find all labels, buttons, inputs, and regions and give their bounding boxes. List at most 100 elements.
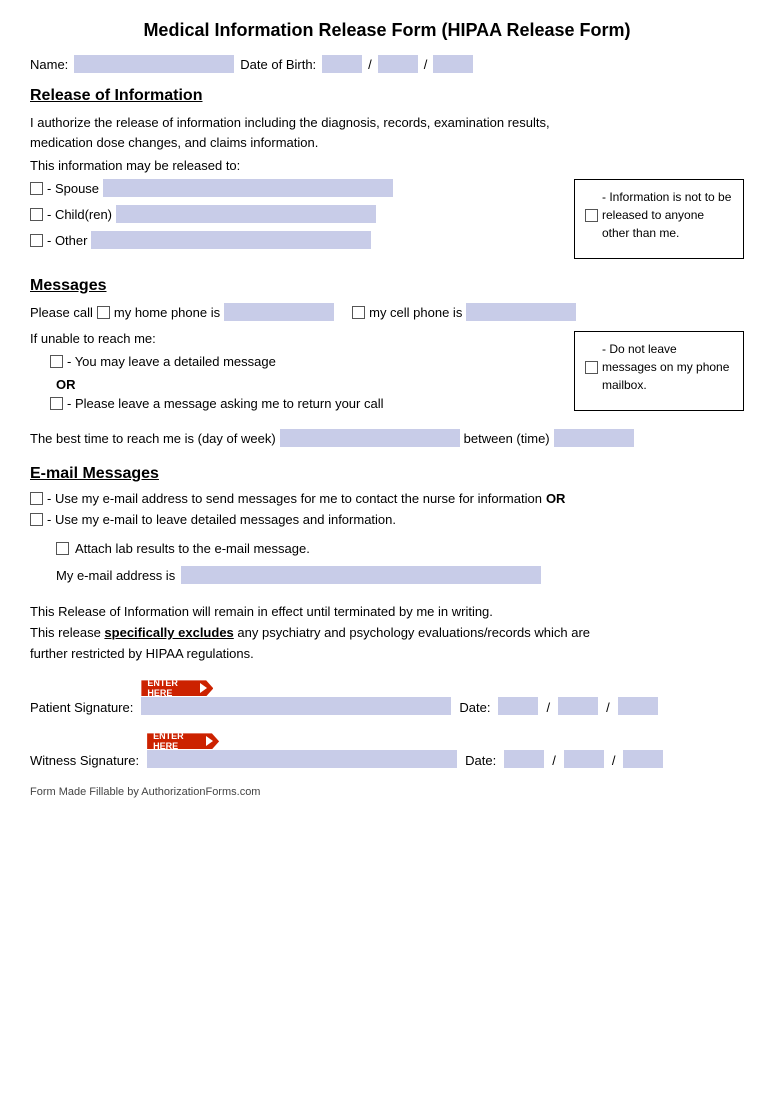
or-text: OR [56, 377, 564, 392]
home-phone-input[interactable] [224, 303, 334, 321]
other-label: - Other [47, 233, 87, 248]
do-not-leave-text: - Do not leave messages on my phone mail… [602, 340, 733, 394]
slash6: / [612, 753, 616, 768]
footer-line2: This release specifically excludes any p… [30, 623, 744, 644]
patient-sig-label: Patient Signature: [30, 700, 133, 715]
footer-line1: This Release of Information will remain … [30, 602, 744, 623]
footer-line3: further restricted by HIPAA regulations. [30, 644, 744, 665]
other-input[interactable] [91, 231, 371, 249]
dob-year-input[interactable] [433, 55, 473, 73]
witness-date-day[interactable] [564, 750, 604, 768]
may-leave-checkbox[interactable] [50, 355, 63, 368]
home-phone-label: my home phone is [114, 305, 220, 320]
patient-date-day[interactable] [558, 697, 598, 715]
slash4: / [606, 700, 610, 715]
may-leave-label: - You may leave a detailed message [67, 354, 276, 369]
email-section: E-mail Messages - Use my e-mail address … [30, 465, 744, 584]
name-label: Name: [30, 57, 68, 72]
attach-checkbox[interactable] [56, 542, 69, 555]
release-heading: Release of Information [30, 87, 744, 105]
email-addr-input[interactable] [181, 566, 541, 584]
witness-sig-input[interactable] [147, 750, 457, 768]
slash5: / [552, 753, 556, 768]
spouse-label: - Spouse [47, 181, 99, 196]
witness-date-month[interactable] [504, 750, 544, 768]
authorize-text: I authorize the release of information i… [30, 113, 744, 152]
may-be-released-text: This information may be released to: [30, 158, 744, 173]
please-leave-label: - Please leave a message asking me to re… [67, 396, 384, 411]
cell-phone-input[interactable] [466, 303, 576, 321]
do-not-leave-row: - Do not leave messages on my phone mail… [585, 340, 733, 394]
best-time-label: The best time to reach me is (day of wee… [30, 431, 276, 446]
email-heading: E-mail Messages [30, 465, 744, 483]
email-option1-row: - Use my e-mail address to send messages… [30, 491, 744, 506]
dob-day-input[interactable] [378, 55, 418, 73]
witness-sig-row: Witness Signature: ENTER HERE Date: / / [30, 733, 744, 768]
page-title: Medical Information Release Form (HIPAA … [30, 20, 744, 41]
slash3: / [546, 700, 550, 715]
between-label: between (time) [464, 431, 550, 446]
witness-date-label: Date: [465, 753, 496, 768]
patient-sig-input[interactable] [141, 697, 451, 715]
call-label: Please call [30, 305, 93, 320]
email-option1-checkbox[interactable] [30, 492, 43, 505]
please-leave-checkbox[interactable] [50, 397, 63, 410]
attach-label: Attach lab results to the e-mail message… [75, 541, 310, 556]
witness-sig-label: Witness Signature: [30, 753, 139, 768]
other-row: - Other [30, 231, 564, 249]
slash1: / [368, 57, 372, 72]
release-section: Release of Information I authorize the r… [30, 87, 744, 259]
unable-left: If unable to reach me: - You may leave a… [30, 331, 564, 419]
email-option2-label: - Use my e-mail to leave detailed messag… [47, 512, 396, 527]
patient-sig-row: Patient Signature: ENTER HERE Date: / / [30, 680, 744, 715]
children-label: - Child(ren) [47, 207, 112, 222]
home-phone-checkbox[interactable] [97, 306, 110, 319]
email-option1-label: - Use my e-mail address to send messages… [47, 491, 542, 506]
other-checkbox[interactable] [30, 234, 43, 247]
children-checkbox[interactable] [30, 208, 43, 221]
patient-date-label: Date: [459, 700, 490, 715]
best-time-input[interactable] [280, 429, 460, 447]
release-left: - Spouse - Child(ren) - Other [30, 179, 564, 257]
email-option2-row: - Use my e-mail to leave detailed messag… [30, 512, 744, 527]
phone-row: Please call my home phone is my cell pho… [30, 303, 744, 321]
made-by: Form Made Fillable by AuthorizationForms… [30, 786, 744, 798]
name-input[interactable] [74, 55, 234, 73]
slash2: / [424, 57, 428, 72]
footer-text: This Release of Information will remain … [30, 602, 744, 664]
cell-phone-checkbox[interactable] [352, 306, 365, 319]
attach-row: Attach lab results to the e-mail message… [56, 541, 744, 556]
messages-heading: Messages [30, 277, 744, 295]
dob-month-input[interactable] [322, 55, 362, 73]
children-input[interactable] [116, 205, 376, 223]
witness-date-year[interactable] [623, 750, 663, 768]
dob-label: Date of Birth: [240, 57, 316, 72]
cell-phone-label: my cell phone is [369, 305, 462, 320]
unable-layout: If unable to reach me: - You may leave a… [30, 331, 744, 419]
email-or-label: OR [546, 491, 566, 506]
witness-sig-input-wrap: ENTER HERE [147, 733, 457, 768]
specifically-excludes: specifically excludes [104, 625, 233, 640]
patient-sig-tag: ENTER HERE [141, 680, 213, 696]
children-row: - Child(ren) [30, 205, 564, 223]
not-released-row: - Information is not to be released to a… [585, 188, 733, 242]
patient-date-year[interactable] [618, 697, 658, 715]
best-time-row: The best time to reach me is (day of wee… [30, 429, 744, 447]
name-row: Name: Date of Birth: / / [30, 55, 744, 73]
do-not-leave-checkbox[interactable] [585, 361, 598, 374]
not-released-text: - Information is not to be released to a… [602, 188, 733, 242]
patient-date-month[interactable] [498, 697, 538, 715]
spouse-input[interactable] [103, 179, 393, 197]
email-addr-label: My e-mail address is [56, 568, 175, 583]
patient-sig-input-wrap: ENTER HERE [141, 680, 451, 715]
spouse-checkbox[interactable] [30, 182, 43, 195]
please-leave-row: - Please leave a message asking me to re… [50, 396, 564, 411]
messages-section: Messages Please call my home phone is my… [30, 277, 744, 447]
email-option2-checkbox[interactable] [30, 513, 43, 526]
do-not-leave-box: - Do not leave messages on my phone mail… [574, 331, 744, 411]
spouse-row: - Spouse [30, 179, 564, 197]
may-leave-row: - You may leave a detailed message [50, 354, 564, 369]
between-time-input[interactable] [554, 429, 634, 447]
email-addr-row: My e-mail address is [56, 566, 744, 584]
not-released-checkbox[interactable] [585, 209, 598, 222]
